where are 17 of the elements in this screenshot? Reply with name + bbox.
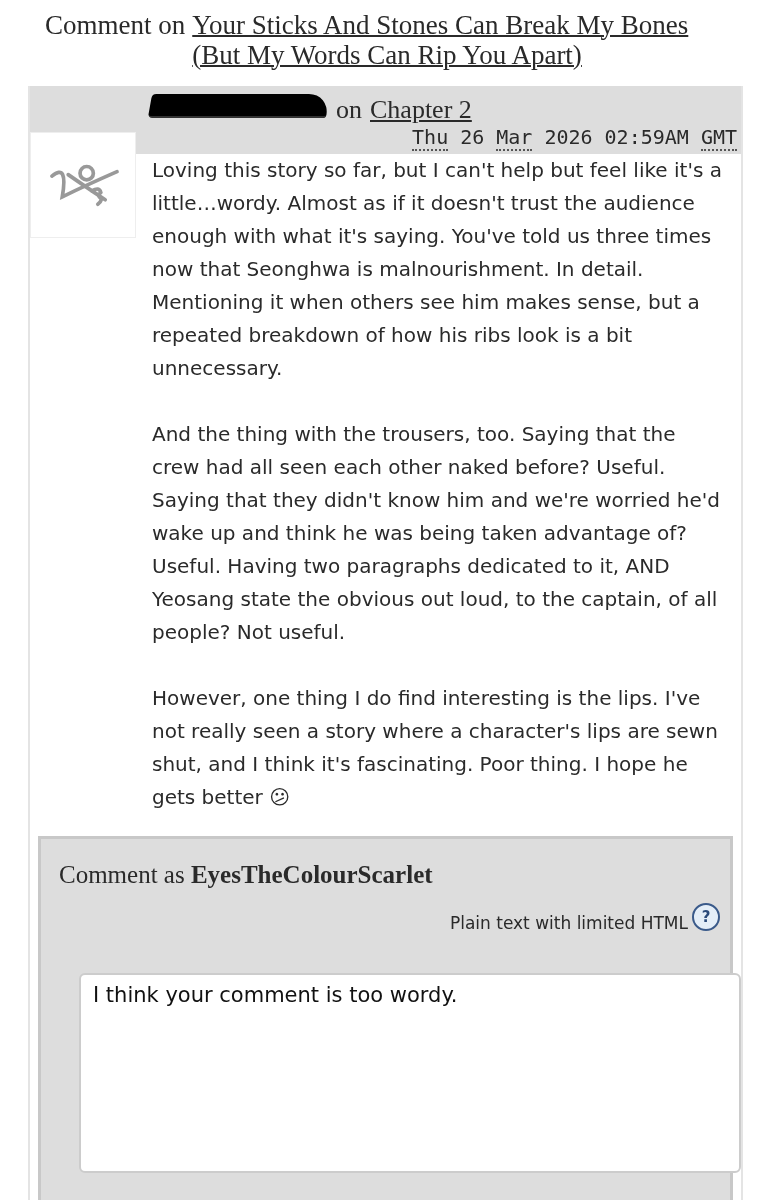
comment-as-heading: Comment as EyesTheColourScarlet bbox=[59, 861, 434, 889]
date-text: 2026 bbox=[544, 125, 593, 151]
on-label: on bbox=[336, 95, 362, 125]
comment-paragraph: And the thing with the trousers, too. Saying that the crew had all seen each other naked before? Useful. Saying that they didn't know him and we're worried he'd wake up and think he was being taken advantage of? Useful. Having two paragraphs dedicated to it, AND Yeosang state the obvious out loud, to the captain, of all people? Not useful. bbox=[152, 421, 722, 646]
date-text: Mar bbox=[496, 125, 533, 151]
comment-field[interactable]: I think your comment is too wordy. bbox=[79, 973, 741, 1173]
work-title-link[interactable]: Your Sticks And Stones Can Break My Bones (But My Words Can Rip You Apart) bbox=[192, 10, 743, 70]
date-text: GMT bbox=[700, 125, 737, 151]
comment-paragraph: Loving this story so far, but I can't help but feel like it's a little…wordy. Almost as if it doesn't trust the audience enough with what it's saying. You've told us three times now that Seonghwa is malnourishment. In detail. Mentioning it when others see him makes sense, but a repeated breakdown of how his ribs look is a bit unnecessary. bbox=[152, 157, 723, 382]
format-hint: Plain text with limited HTML bbox=[449, 913, 688, 933]
date-text: 26 bbox=[460, 125, 485, 151]
comment-paragraph: However, one thing I do find interesting is the lips. I've not really seen a story where a character's lips are sewn shut, and I think it's fascinating. Poor thing. I hope he gets better 😕 bbox=[152, 685, 719, 811]
page-heading: Comment on bbox=[45, 10, 186, 42]
chapter-link[interactable]: Chapter 2 bbox=[370, 95, 472, 125]
help-button[interactable]: ? bbox=[692, 903, 720, 931]
date-text: 02:59AM bbox=[604, 125, 689, 151]
date-text: Thu bbox=[412, 125, 449, 151]
